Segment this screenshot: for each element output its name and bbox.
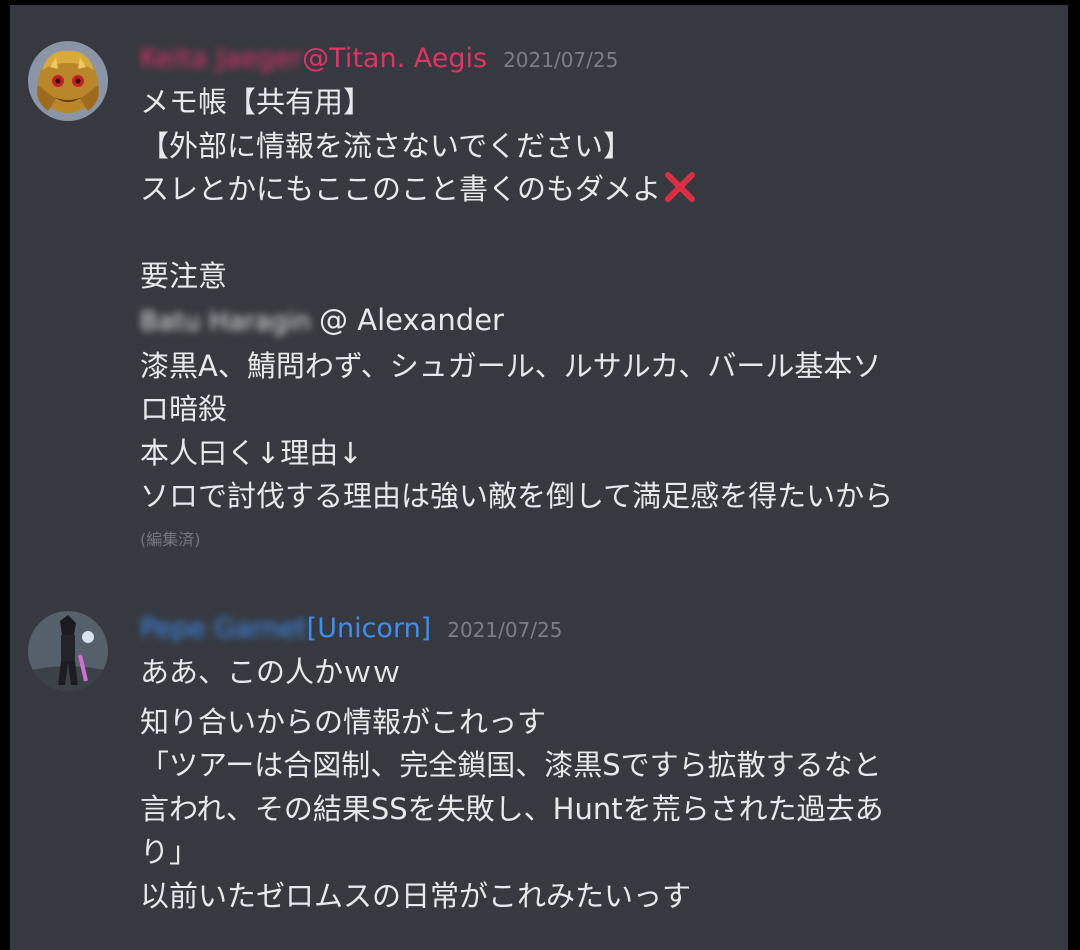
message-timestamp: 2021/07/25 bbox=[503, 48, 619, 72]
message-header: Keita Jaeger@Titan. Aegis 2021/07/25 bbox=[140, 39, 618, 79]
message-line: り」 bbox=[140, 835, 199, 870]
author-name-redacted: Pepe Garnet bbox=[140, 613, 307, 644]
message-line: 漆黒A、鯖問わず、シュガール、ルサルカ、バール基本ソ bbox=[140, 348, 882, 383]
message-line: 知り合いからの情報がこれっす bbox=[140, 704, 547, 739]
edited-indicator: (編集済) bbox=[140, 529, 201, 549]
player-server: @ Alexander bbox=[319, 302, 504, 337]
author-name-redacted: Keita Jaeger bbox=[140, 43, 303, 74]
message-line: 言われ、その結果SSを失敗し、Huntを荒らされた過去あ bbox=[140, 791, 884, 826]
message-line: ソロで討伐する理由は強い敵を倒して満足感を得たいから bbox=[140, 479, 894, 514]
author-name[interactable]: Keita Jaeger@Titan. Aegis bbox=[140, 39, 487, 79]
redacted-player-name: Batu Haragin bbox=[140, 306, 312, 337]
message-line: メモ帳【共有用】 bbox=[140, 85, 373, 119]
character-avatar-icon[interactable] bbox=[28, 611, 108, 691]
cross-mark-icon bbox=[663, 170, 697, 204]
message-line: 【外部に情報を流さないでください】 bbox=[140, 128, 633, 163]
author-name[interactable]: Pepe Garnet[Unicorn] bbox=[140, 609, 431, 649]
message-line: 要注意 bbox=[140, 259, 228, 294]
message-line: 本人曰く↓理由↓ bbox=[140, 435, 363, 470]
author-server: [Unicorn] bbox=[306, 613, 432, 644]
message-line: Batu Haragin @ Alexander bbox=[140, 299, 1050, 345]
message-content: ああ、この人かｗｗ 知り合いからの情報がこれっす 「ツアーは合図制、完全鎖国、漆… bbox=[140, 651, 1050, 919]
message-line: ああ、この人かｗｗ bbox=[140, 655, 402, 689]
message-line: 以前いたゼロムスの日常がこれみたいっす bbox=[140, 878, 692, 913]
message-line: 「ツアーは合図制、完全鎖国、漆黒Sですら拡散するなと bbox=[140, 748, 882, 783]
message-timestamp: 2021/07/25 bbox=[447, 618, 563, 642]
message-content: メモ帳【共有用】 【外部に情報を流さないでください】 スレとかにもここのこと書く… bbox=[140, 81, 1050, 551]
message-line: スレとかにもここのこと書くのもダメよ bbox=[140, 168, 1050, 212]
chat-panel: Keita Jaeger@Titan. Aegis 2021/07/25 メモ帳… bbox=[10, 5, 1068, 950]
dragon-avatar-icon[interactable] bbox=[28, 41, 108, 121]
author-server: @Titan. Aegis bbox=[302, 43, 488, 74]
message-header: Pepe Garnet[Unicorn] 2021/07/25 bbox=[140, 609, 563, 649]
message-line: ロ暗殺 bbox=[140, 392, 228, 427]
message-line-text: スレとかにもここのこと書くのもダメよ bbox=[140, 172, 662, 207]
